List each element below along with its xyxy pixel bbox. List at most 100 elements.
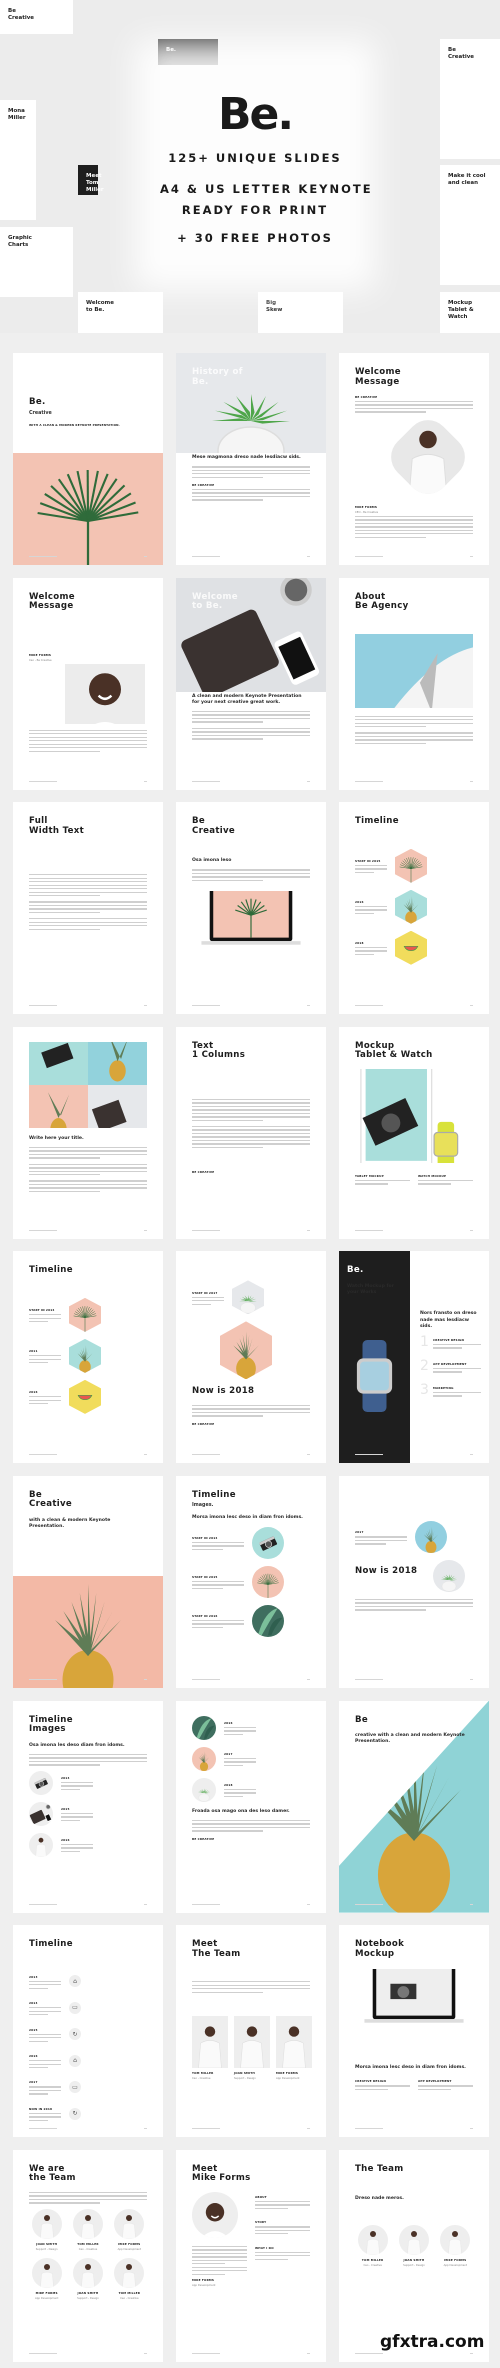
slide-title: We are the Team [29,2164,147,2184]
text-line [29,2060,61,2062]
member-name: TOM MILLER [77,2241,99,2246]
timeline-item: 2016 ⌂ [29,2051,147,2070]
feature-label: APP DEVELOPMENT [418,2079,452,2084]
slide-thumbnail[interactable]: The Team Dreso nade meros. TOM MILLER Ceo -… [339,2149,489,2362]
text-line [29,740,147,742]
slide-thumbnail[interactable]: Be. Watch Mockup for your Works Nors frans… [339,1251,489,1464]
text-line [29,1984,61,1986]
avatar [234,2015,270,2068]
body-paragraph [355,1598,473,1611]
text-line [29,1987,49,1989]
timeline-label: START IN 2014 [29,1308,55,1313]
text-line [192,1119,263,1121]
text-line [355,522,473,525]
text-line [355,1609,426,1611]
lead-text: Osa imona leso [192,858,232,864]
text-line [255,2229,310,2231]
text-line [433,1395,462,1397]
slide-thumbnail[interactable]: We are the Team JOAN SMITH Support - Design… [13,2149,163,2362]
numbered-list: 1 CREATIVE DESIGN 2 APP DEVELOPMENT 3 MARKETI… [420,1335,481,1399]
lead-text: A clean and modern Keynote Presentation … [192,693,302,705]
avatar [398,2225,429,2256]
slide-thumbnail[interactable]: Meet The Team TOM MILLER Ceo - Creative JOAN… [176,1925,326,2138]
folder-icon: ▭ [69,2081,81,2094]
member-name: MIKE FORMS [276,2070,299,2075]
timeline-label: 2017 [224,1751,233,1756]
profile-name: MIKE FORMS [192,2277,215,2282]
timeline-label: Now is 2018 [355,1566,418,1577]
slide-thumbnail[interactable]: Timeline Images. Morsa imona lesc deso in … [176,1475,326,1688]
refresh-icon: ↻ [69,2028,81,2041]
text-line [192,869,310,871]
slide-thumbnail[interactable]: Write here your title. [13,1026,163,1239]
slide-thumbnail[interactable]: Be creative with a clean and modern Keyno… [339,1700,489,1913]
timeline-item: 2013 ⌂ [29,1972,147,1991]
profile-role: App Development [192,2283,216,2287]
slide-thumbnail[interactable]: Welcome to Be. A clean and modern Keynote … [176,577,326,790]
slide-thumbnail[interactable]: Mockup Tablet & Watch TABLET MOCKUP WATCH M… [339,1026,489,1239]
slide-thumbnail[interactable]: 2017 Now is 2018 [339,1475,489,1688]
text-line [29,888,147,890]
profile-section-label: STORY [255,2220,267,2225]
face-illustration [201,2202,229,2238]
text-line [192,734,310,737]
slide-footer [192,1005,310,1007]
text-line [29,733,147,735]
timeline-label: 2018 [224,1782,233,1787]
slide-thumbnail[interactable]: START IN 2017 Now is 2018 Be Creative [176,1251,326,1464]
circle-image [252,1604,284,1637]
body-paragraph [355,732,473,745]
text-line [192,1116,310,1118]
slide-thumbnail[interactable]: Full Width Text [13,802,163,1015]
title-line: Images [29,1724,66,1735]
avatar [192,2191,238,2238]
text-line [29,895,100,897]
slide-thumbnail[interactable]: Timeline Images Osa imona les deso diam fr… [13,1700,163,1913]
slide-thumbnail[interactable]: Notebook Mockup Morsa imona lesc deso in d… [339,1925,489,2138]
text-line [355,536,426,538]
text-line [29,2089,61,2092]
team-member: TOM MILLER Ceo - Creative [192,2015,228,2082]
slide-thumbnail[interactable]: Be Creative with a clean & modern Keynote … [13,1475,163,1688]
slide-thumbnail[interactable]: Text 1 Columns BE CREATIVE [176,1026,326,1239]
circle-image [252,1565,284,1598]
slide-thumbnail[interactable]: About Be Agency [339,577,489,790]
text-line [355,526,473,528]
text-line [224,1761,256,1763]
face-illustration [89,672,121,724]
slide-thumbnail[interactable]: Meet Mike Forms MIKE FORMS App Development A… [176,2149,326,2362]
slide-thumbnail[interactable]: Timeline START IN 2014 2011 2016 [13,1251,163,1464]
text-line [192,1584,244,1586]
slide-thumbnail[interactable]: History of Be. Mese magmona dreso nade les… [176,353,326,565]
slide-thumbnail[interactable]: Timeline 2013 ⌂ 2014 ▭ 2015 ↻ 2016 ⌂ 2017 ▭ NOW IN … [13,1925,163,2138]
avatar [357,2225,388,2256]
slide-thumbnail[interactable]: Welcome Message MIKE FORMS Ceo - Be Creativ… [13,577,163,790]
text-line [29,1174,100,1176]
timeline-item: START IN 2014 [192,1526,310,1559]
text-line [255,2226,310,2228]
slide-thumbnail[interactable]: Welcome Message BE CREATIVE MIKE FORMS CEO -… [339,353,489,565]
slide-thumbnail[interactable]: Be Creative Osa imona leso [176,802,326,1015]
member-role: Ceo - Creative [120,2296,139,2300]
team-member: JOAN SMITH Support - Design [29,2208,64,2253]
tabwatch-illustration [360,1068,459,1163]
body-paragraph [192,466,310,478]
avatar [276,2015,312,2068]
body-paragraph [29,918,147,930]
timeline-item: 2017 [355,1520,473,1553]
slide-thumbnail[interactable]: Be. Creative with a clean & modern Keynote… [13,353,163,565]
text-line [29,1163,147,1166]
slide-thumbnail[interactable]: 2016 2017 2018 Froada osa mago ona des leso… [176,1700,326,1913]
text-line [192,492,310,494]
slide-thumbnail[interactable]: Timeline START IN 2015 2016 2018 [339,802,489,1015]
text-line [192,1819,310,1822]
text-line [192,1098,310,1101]
text-line [192,1580,244,1583]
slide-footer [29,2128,147,2130]
body-paragraph [29,2191,147,2204]
text-line [418,1179,473,1182]
text-line [61,1816,93,1818]
avatar [31,2257,62,2288]
